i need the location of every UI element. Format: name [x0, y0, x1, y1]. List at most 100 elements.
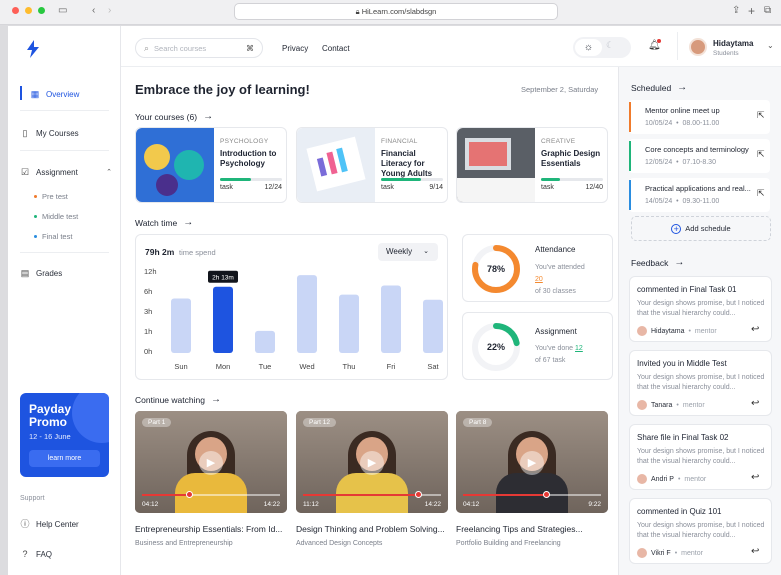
sidebar-subitem-middle-test[interactable]: Middle test — [34, 212, 78, 221]
reply-icon[interactable]: ↩ — [751, 398, 759, 409]
bar-thu[interactable] — [339, 294, 359, 353]
sidebar-item-label: Assignment — [36, 167, 78, 177]
video-scrubber[interactable] — [414, 491, 422, 498]
feedback-text: Your design shows promise, but I noticed… — [637, 300, 765, 317]
watch-time-header[interactable]: Watch time → — [135, 217, 193, 228]
continue-watching-header[interactable]: Continue watching → — [135, 394, 221, 405]
author-role: mentor — [684, 475, 707, 483]
sidebar-item-assignment[interactable]: ☑ Assignment ⌃ — [20, 165, 112, 179]
external-link-icon[interactable]: ⇱ — [757, 110, 765, 121]
avatar[interactable] — [689, 38, 707, 56]
video-scrubber[interactable] — [185, 491, 193, 498]
sidebar-item-my-courses[interactable]: ▯ My Courses — [20, 126, 79, 140]
video-card[interactable]: Part 1 ▶ 04:12 14:22 — [135, 411, 287, 513]
external-link-icon[interactable]: ⇱ — [757, 188, 765, 199]
sidebar-item-grades[interactable]: ▤ Grades — [20, 266, 63, 280]
divider — [20, 252, 109, 253]
video-duration: 9:22 — [588, 501, 601, 508]
chevron-down-icon[interactable]: ⌄ — [767, 41, 774, 50]
nav-link-contact[interactable]: Contact — [322, 44, 350, 53]
schedule-item[interactable]: Mentor online meet up 10/05/24 • 08.00-1… — [629, 100, 770, 134]
minimize-window-button[interactable] — [25, 7, 32, 14]
x-tick-label: Wed — [299, 362, 314, 371]
reply-icon[interactable]: ↩ — [751, 472, 759, 483]
bar-tue[interactable] — [255, 330, 275, 353]
reply-icon[interactable]: ↩ — [751, 546, 759, 557]
play-icon[interactable]: ▶ — [520, 451, 544, 475]
theme-toggle[interactable]: ☼ ☾ — [573, 37, 631, 58]
course-thumbnail — [457, 128, 535, 202]
reply-icon[interactable]: ↩ — [751, 324, 759, 335]
sidebar-item-help-center[interactable]: ⓘ Help Center — [20, 517, 78, 531]
tabs-overview-icon[interactable]: ⧉ — [764, 4, 771, 18]
video-progress-track[interactable] — [142, 494, 280, 496]
feedback-card[interactable]: commented in Quiz 101 Your design shows … — [629, 498, 772, 564]
sidebar-subitem-pre-test[interactable]: Pre test — [34, 192, 68, 201]
info-icon: ⓘ — [20, 519, 30, 529]
course-card[interactable]: CREATIVE Graphic Design Essentials task … — [456, 127, 608, 203]
play-icon[interactable]: ▶ — [199, 451, 223, 475]
sidebar-item-faq[interactable]: ? FAQ — [20, 547, 52, 561]
schedule-color-bar — [629, 141, 631, 171]
schedule-item[interactable]: Core concepts and terminology 12/05/24 •… — [629, 139, 770, 173]
chart-icon: ▤ — [20, 268, 30, 278]
schedule-item[interactable]: Practical applications and real... 14/05… — [629, 178, 770, 212]
sidebar-item-overview[interactable]: ▦ Overview — [30, 87, 80, 101]
scheduled-header[interactable]: Scheduled → — [631, 82, 687, 93]
forward-icon[interactable]: › — [108, 4, 111, 18]
address-bar[interactable]: 🔒︎ HiLearn.com/slabdsgn — [234, 3, 558, 20]
video-card[interactable]: Part 12 ▶ 11:12 14:22 — [296, 411, 448, 513]
task-label: task — [541, 184, 554, 191]
bar-wed[interactable] — [297, 275, 317, 353]
bar-sun[interactable] — [171, 298, 191, 353]
schedule-title: Practical applications and real... — [645, 184, 751, 193]
bullet — [34, 235, 37, 238]
sidebar-toggle-icon[interactable]: ▭ — [58, 4, 67, 18]
course-card[interactable]: FINANCIAL Financial Literacy for Young A… — [296, 127, 448, 203]
video-card[interactable]: Part 8 ▶ 04:12 9:22 — [456, 411, 608, 513]
task-count: 12/24 — [264, 184, 282, 191]
video-scrubber[interactable] — [542, 491, 550, 498]
zoom-window-button[interactable] — [38, 7, 45, 14]
bar-mon[interactable] — [213, 286, 233, 353]
presenter-body — [496, 473, 568, 513]
course-card[interactable]: PSYCHOLOGY Introduction to Psychology ta… — [135, 127, 287, 203]
add-schedule-button[interactable]: + Add schedule — [631, 216, 771, 241]
feedback-target: Final Task 01 — [689, 285, 737, 294]
your-courses-header[interactable]: Your courses (6) → — [135, 111, 213, 122]
back-icon[interactable]: ‹ — [92, 4, 95, 18]
x-tick-label: Mon — [216, 362, 231, 371]
video-progress-track[interactable] — [463, 494, 601, 496]
share-icon[interactable]: ⇪ — [732, 4, 740, 18]
moon-icon[interactable]: ☾ — [606, 40, 614, 51]
feedback-card[interactable]: Share file in Final Task 02 Your design … — [629, 424, 772, 490]
attendance-card: 78% Attendance You've attended 20 of 30 … — [462, 234, 613, 302]
play-icon[interactable]: ▶ — [360, 451, 384, 475]
shortcut-key: ⌘ — [246, 43, 254, 53]
attendance-count: 20 — [535, 276, 543, 283]
feedback-card[interactable]: Invited you in Middle Test Your design s… — [629, 350, 772, 416]
promo-title: Payday Promo — [29, 402, 72, 429]
video-title[interactable]: Design Thinking and Problem Solving... — [296, 524, 451, 534]
sun-icon[interactable]: ☼ — [575, 39, 602, 56]
chevron-up-icon: ⌃ — [106, 169, 112, 176]
video-title[interactable]: Entrepreneurship Essentials: From Id... — [135, 524, 290, 534]
new-tab-icon[interactable]: + — [748, 4, 755, 18]
bar-sat[interactable] — [423, 299, 443, 353]
promo-learn-more-button[interactable]: learn more — [29, 450, 100, 467]
external-link-icon[interactable]: ⇱ — [757, 149, 765, 160]
schedule-time: 09.30-11.00 — [682, 198, 720, 205]
bar-fri[interactable] — [381, 285, 401, 353]
search-input[interactable]: ⌕ Search courses ⌘ — [135, 38, 263, 58]
page-title: Embrace the joy of learning! — [135, 82, 310, 97]
feedback-header[interactable]: Feedback → — [631, 257, 684, 268]
subitem-label: Middle test — [42, 212, 79, 221]
close-window-button[interactable] — [12, 7, 19, 14]
feedback-card[interactable]: commented in Final Task 01 Your design s… — [629, 276, 772, 342]
video-duration: 14:22 — [263, 501, 280, 508]
author-name: Tanara — [651, 401, 673, 409]
video-title[interactable]: Freelancing Tips and Strategies... — [456, 524, 611, 534]
nav-link-privacy[interactable]: Privacy — [282, 44, 308, 53]
sidebar-subitem-final-test[interactable]: Final test — [34, 232, 72, 241]
task-label: task — [381, 184, 394, 191]
